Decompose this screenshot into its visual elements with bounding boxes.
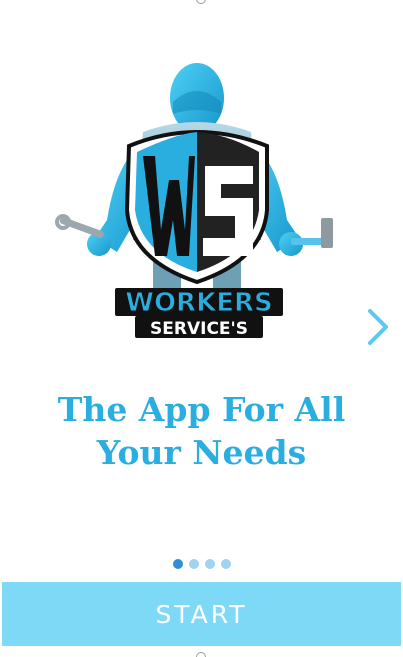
top-indicator xyxy=(196,0,206,4)
next-slide-button[interactable] xyxy=(362,305,394,349)
page-dot[interactable] xyxy=(204,559,215,569)
bottom-indicator xyxy=(196,652,206,657)
logo-line1: WORKERS xyxy=(125,288,272,318)
page-dot[interactable] xyxy=(188,559,199,569)
page-dot[interactable] xyxy=(220,559,231,569)
page-dot[interactable] xyxy=(172,559,183,569)
chevron-right-icon xyxy=(368,309,388,345)
logo-line2: SERVICE'S xyxy=(150,319,248,339)
title-line2: Your Needs xyxy=(96,433,307,472)
workers-services-logo: WORKERS SERVICE'S xyxy=(55,60,345,345)
page-indicator xyxy=(0,559,403,569)
wordmark: WORKERS SERVICE'S xyxy=(115,288,283,339)
onboarding-title: The App For All Your Needs xyxy=(0,388,403,474)
title-line1: The App For All xyxy=(57,390,346,429)
start-button[interactable]: START xyxy=(2,582,401,646)
ws-shield-icon xyxy=(124,130,269,285)
